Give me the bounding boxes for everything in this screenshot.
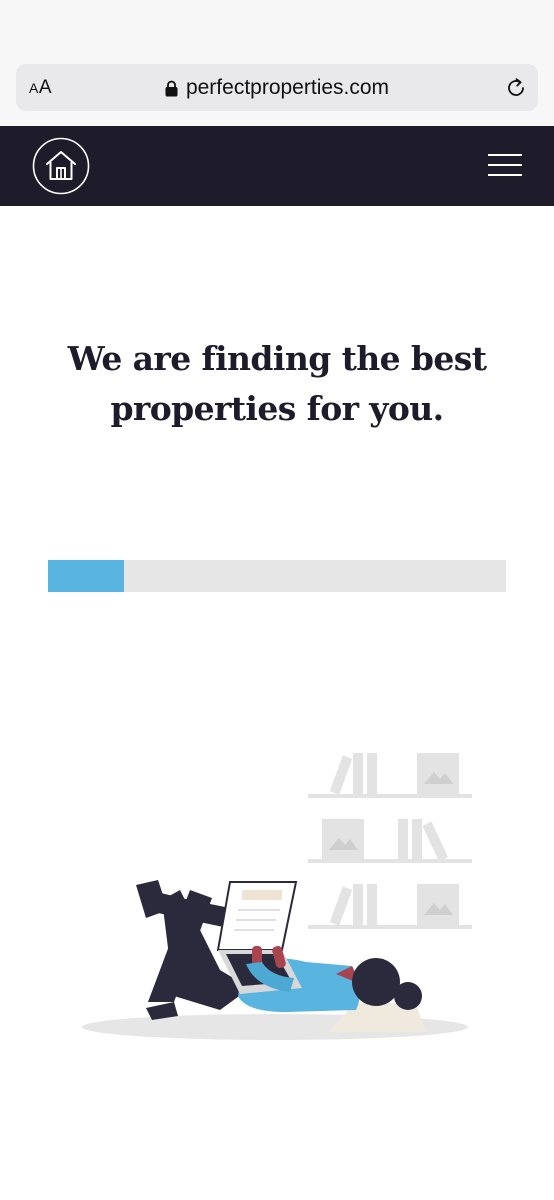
url-display[interactable]: perfectproperties.com xyxy=(16,64,538,111)
house-icon[interactable] xyxy=(32,137,90,195)
page-title-line-2: properties for you. xyxy=(110,389,444,428)
loading-progress-bar xyxy=(48,560,506,592)
loading-progress-fill xyxy=(48,560,124,592)
lock-icon xyxy=(165,80,178,96)
page-title-line-1: We are finding the best xyxy=(67,339,487,378)
page-title: We are finding the best properties for y… xyxy=(0,334,554,434)
url-text: perfectproperties.com xyxy=(185,75,390,99)
person-lying-with-laptop-illustration xyxy=(82,753,472,1040)
bookshelf-illustration xyxy=(308,753,472,929)
site-header xyxy=(0,126,554,206)
reload-icon[interactable] xyxy=(504,76,528,100)
hamburger-menu-icon[interactable] xyxy=(488,154,522,178)
browser-chrome: AA perfectproperties.com xyxy=(0,0,554,126)
address-bar[interactable]: AA perfectproperties.com xyxy=(16,64,538,111)
